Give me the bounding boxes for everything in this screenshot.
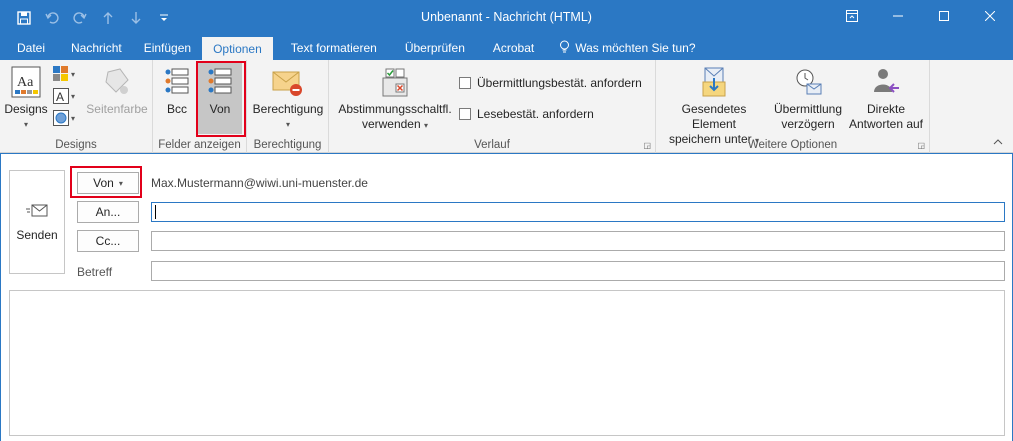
designs-label: Designs bbox=[4, 102, 48, 116]
designs-button[interactable]: Aa Designs ▾ bbox=[4, 64, 48, 132]
group-designs: Aa Designs ▾ ▾ A ▾ ▾ Seitenfarbe Designs bbox=[0, 60, 153, 153]
cc-button-label: Cc... bbox=[95, 234, 121, 248]
abstimmung-label-2: verwenden bbox=[361, 117, 421, 131]
effects-icon bbox=[53, 110, 69, 126]
delivery-receipt-checkbox[interactable]: Übermittlungsbestät. anfordern bbox=[459, 76, 642, 90]
tab-acrobat[interactable]: Acrobat bbox=[476, 36, 545, 60]
collapse-ribbon-icon[interactable] bbox=[993, 134, 1003, 148]
group-title-weitere: Weitere Optionen bbox=[747, 139, 838, 151]
fonts-icon: A bbox=[53, 88, 69, 104]
effects-button[interactable]: ▾ bbox=[53, 110, 75, 126]
direkt-label-2: Antworten auf bbox=[848, 117, 924, 131]
direkte-antworten-button[interactable]: Direkte Antworten auf bbox=[846, 64, 926, 134]
group-title-berechtigung: Berechtigung bbox=[253, 139, 322, 151]
tell-me-search[interactable]: Was möchten Sie tun? bbox=[545, 36, 706, 60]
colors-button[interactable]: ▾ bbox=[53, 66, 75, 82]
uebermittlung-verzoegern-button[interactable]: Übermittlung verzögern bbox=[770, 64, 846, 134]
chevron-down-icon: ▾ bbox=[285, 120, 290, 129]
subject-field[interactable] bbox=[151, 261, 1005, 281]
group-title-designs: Designs bbox=[55, 139, 97, 151]
checkbox-icon bbox=[459, 77, 471, 89]
abstimmung-button[interactable]: Abstimmungsschaltfl. verwenden ▾ bbox=[333, 64, 457, 134]
dialog-launcher-icon[interactable]: ◲ bbox=[643, 141, 651, 150]
highlight-von-toggle bbox=[196, 61, 246, 137]
checkbox-icon bbox=[459, 108, 471, 120]
designs-icon: Aa bbox=[11, 66, 41, 98]
to-field[interactable] bbox=[151, 202, 1005, 222]
ribbon-tabs: Datei Nachricht Einfügen Optionen Text f… bbox=[0, 36, 1013, 60]
highlight-from-button bbox=[70, 166, 142, 198]
ribbon-display-options-icon[interactable] bbox=[829, 0, 875, 32]
tab-text-formatieren[interactable]: Text formatieren bbox=[273, 36, 388, 60]
group-berechtigung: Berechtigung ▾ Berechtigung bbox=[247, 60, 329, 153]
tell-me-label: Was möchten Sie tun? bbox=[575, 41, 696, 55]
from-address: Max.Mustermann@wiwi.uni-muenster.de bbox=[151, 176, 368, 190]
delay-delivery-icon bbox=[793, 66, 823, 98]
tab-einfuegen[interactable]: Einfügen bbox=[133, 36, 202, 60]
dialog-launcher-icon[interactable]: ◲ bbox=[917, 141, 925, 150]
seitenfarbe-label: Seitenfarbe bbox=[86, 102, 148, 116]
text-cursor bbox=[155, 205, 156, 219]
svg-text:Aa: Aa bbox=[17, 75, 34, 90]
save-sent-item-icon bbox=[699, 66, 729, 98]
seitenfarbe-button[interactable]: Seitenfarbe bbox=[86, 64, 148, 130]
page-color-icon bbox=[102, 66, 132, 98]
delivery-receipt-label: Übermittlungsbestät. anfordern bbox=[477, 76, 642, 90]
cc-button[interactable]: Cc... bbox=[77, 230, 139, 252]
to-button-label: An... bbox=[95, 205, 121, 219]
colors-icon bbox=[53, 66, 68, 81]
cc-field[interactable] bbox=[151, 231, 1005, 251]
message-body[interactable] bbox=[9, 290, 1005, 436]
send-icon bbox=[26, 204, 48, 217]
send-button[interactable]: Senden bbox=[9, 170, 65, 274]
tab-datei[interactable]: Datei bbox=[0, 36, 56, 60]
to-button[interactable]: An... bbox=[77, 201, 139, 223]
title-bar: Unbenannt - Nachricht (HTML) bbox=[0, 0, 1013, 36]
berechtigung-label: Berechtigung bbox=[252, 102, 324, 116]
close-icon[interactable] bbox=[967, 0, 1013, 32]
tab-nachricht[interactable]: Nachricht bbox=[56, 36, 133, 60]
chevron-down-icon: ▾ bbox=[23, 120, 28, 129]
compose-area: Senden Von ▾ Max.Mustermann@wiwi.uni-mue… bbox=[0, 154, 1013, 441]
group-title-felder: Felder anzeigen bbox=[158, 139, 241, 151]
gesendet-label-1: Gesendetes Element bbox=[681, 102, 747, 131]
fonts-button[interactable]: A ▾ bbox=[53, 88, 75, 104]
send-label: Senden bbox=[16, 228, 58, 242]
read-receipt-label: Lesebestät. anfordern bbox=[477, 107, 594, 121]
tab-ueberpruefen[interactable]: Überprüfen bbox=[388, 36, 476, 60]
voting-buttons-icon bbox=[380, 66, 410, 98]
verzoegern-label-1: Übermittlung bbox=[773, 102, 843, 116]
subject-label: Betreff bbox=[77, 265, 113, 279]
ribbon: Aa Designs ▾ ▾ A ▾ ▾ Seitenfarbe Designs bbox=[0, 60, 1013, 153]
group-title-verlauf: Verlauf bbox=[474, 139, 510, 151]
direkt-label-1: Direkte bbox=[866, 102, 905, 116]
group-weitere-optionen: Gesendetes Element speichern unter ▾ Übe… bbox=[656, 60, 930, 153]
read-receipt-checkbox[interactable]: Lesebestät. anfordern bbox=[459, 107, 594, 121]
berechtigung-button[interactable]: Berechtigung ▾ bbox=[249, 64, 327, 134]
bcc-icon bbox=[163, 66, 191, 96]
chevron-down-icon: ▾ bbox=[424, 121, 429, 130]
permission-envelope-icon bbox=[272, 68, 304, 98]
maximize-icon[interactable] bbox=[921, 0, 967, 32]
minimize-icon[interactable] bbox=[875, 0, 921, 32]
bcc-label: Bcc bbox=[166, 102, 187, 116]
direct-replies-icon bbox=[871, 66, 901, 98]
bcc-button[interactable]: Bcc bbox=[157, 64, 197, 130]
tab-optionen[interactable]: Optionen bbox=[202, 37, 273, 60]
svg-text:A: A bbox=[56, 90, 64, 104]
lightbulb-icon bbox=[559, 40, 570, 57]
abstimmung-label-1: Abstimmungsschaltfl. bbox=[338, 102, 452, 116]
window-controls bbox=[829, 0, 1013, 32]
verzoegern-label-2: verzögern bbox=[781, 117, 835, 131]
gesendet-speichern-button[interactable]: Gesendetes Element speichern unter ▾ bbox=[658, 64, 770, 146]
group-verlauf: Abstimmungsschaltfl. verwenden ▾ Übermit… bbox=[329, 60, 656, 153]
